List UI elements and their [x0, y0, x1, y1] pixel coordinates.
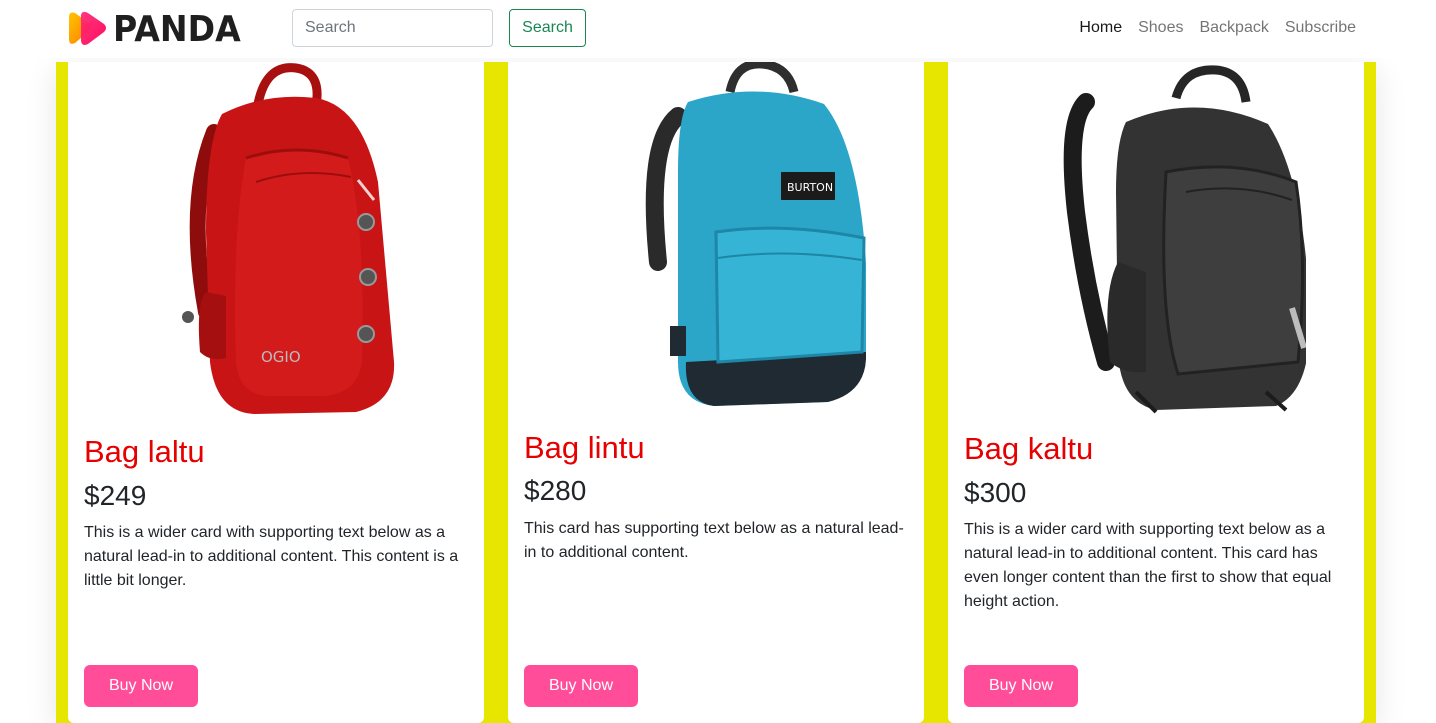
navbar: PANDA Search Home Shoes Backpack Subscri… — [0, 0, 1436, 58]
product-card-2: BURTON Bag lintu $280 This card has supp… — [508, 62, 924, 723]
card-price: $280 — [524, 475, 587, 506]
red-backpack-image[interactable]: OGIO — [68, 62, 484, 422]
card-price: $300 — [964, 477, 1027, 508]
search-button[interactable]: Search — [509, 9, 586, 47]
card-text: This is a wider card with supporting tex… — [964, 521, 1332, 610]
brand-logo[interactable]: PANDA — [67, 8, 252, 50]
search-input[interactable] — [292, 9, 493, 47]
nav-link-backpack[interactable]: Backpack — [1199, 17, 1268, 39]
blue-backpack-image[interactable]: BURTON — [508, 62, 924, 422]
nav-link-shoes[interactable]: Shoes — [1138, 17, 1183, 39]
card-text: This card has supporting text below as a… — [524, 520, 904, 561]
buy-now-button[interactable]: Buy Now — [84, 665, 198, 707]
card-price: $249 — [84, 480, 147, 511]
card-title: Bag laltu — [84, 434, 205, 469]
product-card-1: OGIO Bag laltu $249 This is a wider card… — [68, 62, 484, 723]
buy-now-button[interactable]: Buy Now — [524, 665, 638, 707]
card-text: This is a wider card with supporting tex… — [84, 524, 459, 589]
nav-link-subscribe[interactable]: Subscribe — [1285, 17, 1356, 39]
product-card-3: Bag kaltu $300 This is a wider card with… — [948, 62, 1364, 723]
svg-text:BURTON: BURTON — [787, 181, 833, 194]
black-backpack-image[interactable] — [948, 62, 1364, 422]
panda-logo-icon — [69, 11, 106, 45]
card-title: Bag lintu — [524, 430, 645, 465]
svg-text:OGIO: OGIO — [261, 348, 301, 366]
nav-link-home[interactable]: Home — [1079, 17, 1122, 39]
card-title: Bag kaltu — [964, 431, 1094, 466]
buy-now-button[interactable]: Buy Now — [964, 665, 1078, 707]
brand-name: PANDA — [113, 8, 241, 50]
nav-links: Home Shoes Backpack Subscribe — [1079, 17, 1356, 39]
